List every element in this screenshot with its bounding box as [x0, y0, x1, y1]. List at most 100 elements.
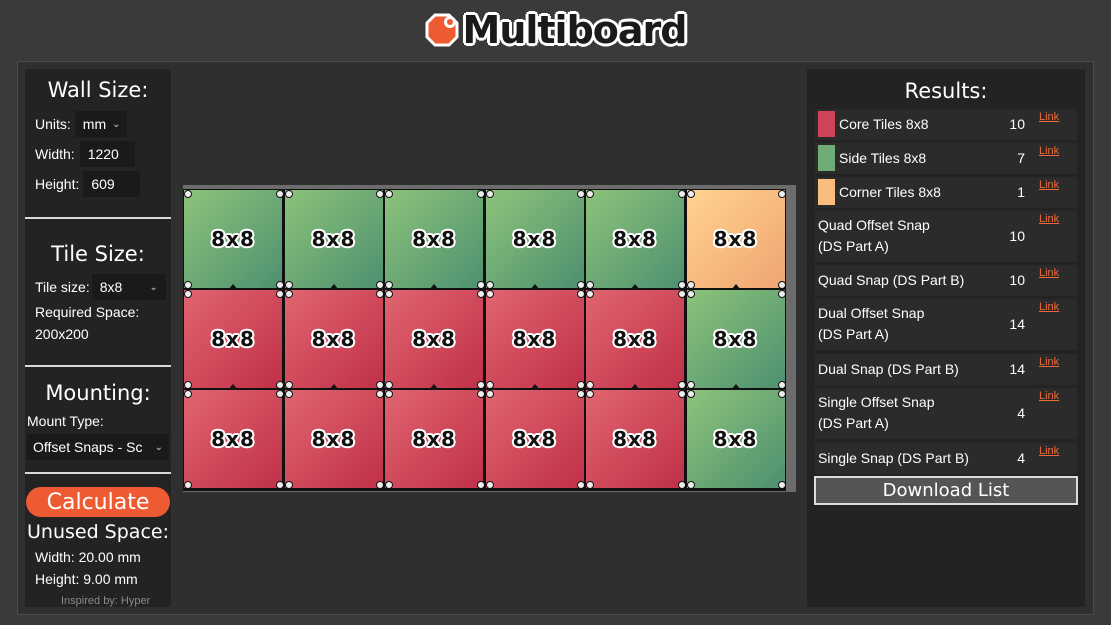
tile-label: 8x8	[412, 427, 456, 451]
snap-marker	[677, 381, 686, 389]
snap-marker	[686, 381, 695, 389]
divider	[25, 217, 171, 219]
snap-marker	[577, 390, 585, 398]
snap-marker	[686, 190, 695, 198]
snap-marker	[476, 281, 485, 289]
tile-label: 8x8	[512, 227, 557, 251]
snap-marker	[778, 390, 786, 398]
snap-marker	[376, 381, 384, 389]
mount-type-select[interactable]: Offset Snaps - Sc ⌄	[27, 434, 169, 460]
snap-marker	[284, 190, 293, 198]
result-link[interactable]: Link	[1039, 301, 1059, 313]
snap-marker	[577, 381, 585, 389]
tile-label: 8x8	[713, 327, 758, 351]
tile-label: 8x8	[512, 427, 557, 451]
result-row: Quad Snap (DS Part B) 10 Link	[815, 265, 1077, 296]
tile-size-select[interactable]: 8x8 ⌄	[91, 274, 166, 300]
snap-marker	[778, 381, 786, 389]
result-link[interactable]: Link	[1039, 267, 1059, 279]
result-link[interactable]: Link	[1039, 111, 1059, 123]
result-row: Single Snap (DS Part B) 4 Link	[815, 443, 1077, 474]
download-list-button[interactable]: Download List	[814, 476, 1078, 505]
snap-marker	[686, 281, 695, 289]
core-tile: 8x8	[384, 389, 484, 489]
calculate-button[interactable]: Calculate	[26, 487, 170, 517]
result-name: Corner Tiles 8x8	[839, 184, 941, 200]
snap-marker	[376, 190, 384, 198]
snap-marker	[284, 381, 293, 389]
result-row: Quad Offset Snap (DS Part A) 10 Link	[815, 211, 1077, 262]
result-count: 10	[1009, 227, 1025, 244]
result-count: 14	[1009, 360, 1025, 377]
result-link[interactable]: Link	[1039, 356, 1059, 368]
side-tile: 8x8	[585, 189, 685, 289]
core-tile: 8x8	[283, 289, 384, 389]
snap-marker	[275, 290, 284, 298]
height-label: Height:	[35, 176, 80, 192]
logo-text: Multiboard	[462, 8, 688, 52]
tile-label: 8x8	[713, 227, 758, 251]
result-name: Quad Snap (DS Part B)	[818, 272, 965, 288]
result-name: Single Snap (DS Part B)	[818, 450, 969, 466]
tile-size-label: Tile size:	[35, 279, 90, 295]
snap-marker	[184, 381, 192, 389]
tile-label: 8x8	[311, 327, 356, 351]
core-tile: 8x8	[384, 289, 484, 389]
corner-tile: 8x8	[685, 189, 786, 289]
snap-marker	[586, 290, 594, 298]
chevron-down-icon: ⌄	[112, 118, 121, 130]
height-value: 609	[91, 176, 115, 192]
snap-marker	[677, 190, 686, 198]
divider	[25, 472, 171, 474]
result-link[interactable]: Link	[1039, 213, 1059, 225]
core-tile: 8x8	[585, 389, 685, 489]
snap-marker	[485, 481, 494, 489]
side-tile: 8x8	[685, 389, 786, 489]
snap-marker	[385, 290, 393, 298]
result-name: Dual Snap (DS Part B)	[818, 361, 959, 377]
side-tile: 8x8	[283, 189, 384, 289]
result-link[interactable]: Link	[1039, 145, 1059, 157]
tile-label: 8x8	[412, 227, 456, 251]
result-name: Dual Offset Snap (DS Part A)	[818, 305, 925, 342]
snap-marker	[677, 290, 686, 298]
result-row: Core Tiles 8x8 10 Link	[815, 109, 1077, 140]
units-label: Units:	[35, 116, 71, 132]
tile-label: 8x8	[713, 427, 758, 451]
tile-label: 8x8	[613, 427, 657, 451]
result-count: 14	[1009, 315, 1025, 332]
logo-mark-icon	[425, 13, 459, 47]
snap-marker	[577, 290, 585, 298]
required-space-label: Required Space:	[35, 304, 140, 320]
snap-marker	[677, 481, 686, 489]
result-link[interactable]: Link	[1039, 445, 1059, 457]
result-name: Side Tiles 8x8	[839, 150, 927, 166]
snap-marker	[485, 190, 494, 198]
width-input[interactable]: 1220	[79, 141, 135, 167]
height-input[interactable]: 609	[83, 171, 141, 197]
chevron-down-icon: ⌄	[149, 281, 158, 293]
snap-marker	[376, 290, 384, 298]
units-select[interactable]: mm ⌄	[74, 111, 127, 137]
snap-marker	[586, 481, 594, 489]
credit-text: Inspired by: Hyper	[61, 595, 151, 607]
mounting-title: Mounting:	[45, 381, 151, 405]
result-count: 10	[1009, 115, 1025, 132]
snap-marker	[476, 390, 485, 398]
snap-marker	[275, 281, 284, 289]
tile-grid: 8x8 8x8 8x8 8x8 8x8 8x8 8x8 8x8 8x8 8x8 8x8 8x8 8x8 8…	[183, 189, 786, 491]
width-value: 1220	[87, 146, 119, 162]
snap-marker	[476, 190, 485, 198]
tile-size-value: 8x8	[99, 279, 123, 295]
settings-panel: Wall Size: Units: mm ⌄ Width: 1220 Heigh…	[25, 69, 171, 607]
snap-marker	[485, 290, 494, 298]
snap-marker	[677, 390, 686, 398]
snap-marker	[577, 481, 585, 489]
snap-marker	[476, 381, 485, 389]
result-link[interactable]: Link	[1039, 390, 1059, 402]
tile-label: 8x8	[512, 327, 557, 351]
result-row: Corner Tiles 8x8 1 Link	[815, 177, 1077, 208]
snap-marker	[778, 290, 786, 298]
result-link[interactable]: Link	[1039, 179, 1059, 191]
snap-marker	[485, 390, 494, 398]
